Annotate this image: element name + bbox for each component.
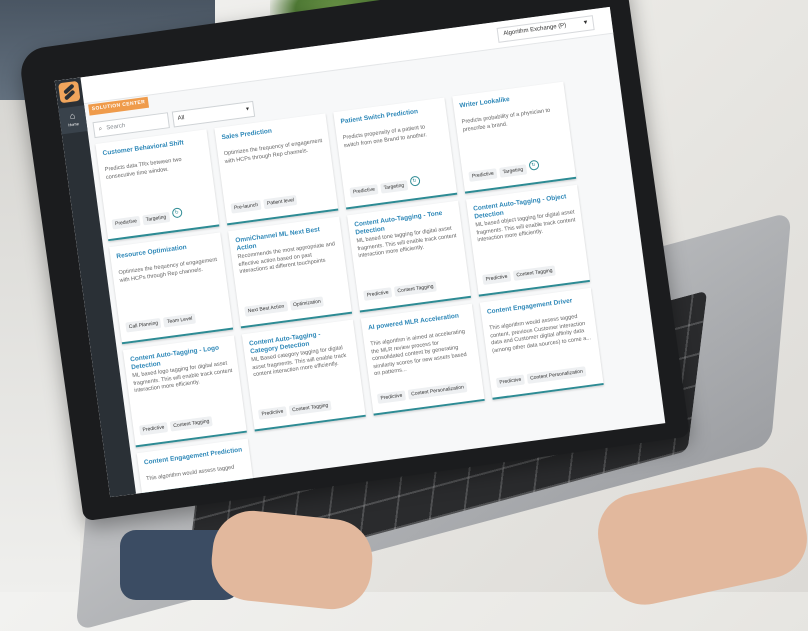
card-description: This algorithm is aimed at accelerating …: [369, 328, 468, 378]
sidebar-item-home[interactable]: ⌂ Home: [58, 105, 88, 135]
app-logo: [58, 80, 81, 104]
laptop-screen: Algorithm Exchange (P) ▼ ⌂ Home SOLUTION…: [54, 6, 666, 498]
card-tag: Content Tagging: [288, 400, 332, 416]
info-icon[interactable]: ↻: [171, 207, 183, 219]
card-tag: Patient level: [263, 194, 298, 210]
card-tag: Next Best Action: [244, 301, 288, 317]
card-tag: Predictive: [257, 406, 288, 420]
card-tags: Predictive Content Tagging: [362, 271, 464, 302]
algorithm-card[interactable]: Sales Prediction Optimizes the frequency …: [214, 113, 339, 226]
chevron-down-icon: ▼: [582, 19, 590, 27]
card-tag: Predictive: [139, 422, 169, 436]
card-description: Predicts data TRx between two consecutiv…: [104, 156, 182, 181]
card-tags: Predictive Targeting↻: [467, 152, 569, 183]
card-description: Predicts probability of a physician to p…: [461, 107, 551, 133]
card-tag: Content Personalization: [526, 366, 587, 384]
card-tags: Predictive Content Personalization: [376, 374, 478, 405]
card-tag: Targeting: [142, 211, 170, 226]
algorithm-card[interactable]: Patient Switch Prediction Predicts propen…: [333, 97, 458, 210]
algorithm-card[interactable]: AI powered MLR Acceleration This algorith…: [360, 303, 485, 416]
card-tag: Predictive: [111, 215, 141, 230]
filter-value: All: [177, 115, 185, 122]
card-tag: Optimization: [289, 296, 325, 311]
algorithm-card[interactable]: Content Auto-Tagging - Object Detection M…: [465, 184, 590, 297]
chevron-down-icon: ▾: [245, 106, 250, 113]
card-tag: Predictive: [482, 271, 512, 285]
search-input[interactable]: ⌕ Search: [92, 112, 170, 139]
exchange-select[interactable]: Algorithm Exchange (P) ▼: [496, 15, 595, 43]
search-placeholder: Search: [106, 122, 126, 132]
card-tag: Call Planning: [125, 317, 162, 333]
info-icon[interactable]: ↻: [408, 175, 421, 187]
card-tag: Predictive: [349, 184, 379, 198]
card-tags: Next Best ActionOptimization: [243, 287, 345, 318]
card-tag: Predictive: [376, 390, 406, 404]
card-description: This algorithm would assess tagged conte…: [488, 313, 592, 354]
card-tag: Content Tagging: [169, 416, 213, 432]
algorithm-card[interactable]: OmniChannel ML Next Best Action Recommend…: [228, 216, 353, 329]
exchange-label: Algorithm Exchange (P): [503, 22, 567, 38]
card-tags: Predictive Content Personalization: [495, 358, 597, 389]
card-tag: Predictive: [495, 374, 525, 389]
card-tag: Predictive: [468, 168, 498, 182]
card-tags: Predictive Content Tagging: [138, 406, 240, 437]
algorithm-card[interactable]: Writer Lookalike Predicts probability of …: [452, 81, 577, 194]
algorithm-card[interactable]: Resource Optimization Optimizes the frequ…: [109, 232, 234, 345]
card-tag: Targeting: [499, 164, 527, 178]
card-description: Optimizes the frequency of engagement wi…: [223, 138, 323, 165]
card-tags: Call Planning Team Level: [124, 302, 226, 333]
algorithm-card[interactable]: Customer Behavioral Shift Predicts data T…: [95, 129, 220, 242]
algorithm-card[interactable]: Content Auto-Tagging - Category Detectio…: [241, 319, 366, 432]
card-tag: Targeting: [380, 180, 408, 194]
card-tag: Content Tagging: [393, 281, 438, 297]
info-icon[interactable]: ↻: [527, 159, 540, 171]
card-description: Predicts propensity of a patient to swit…: [342, 124, 428, 149]
algorithm-card[interactable]: Content Auto-Tagging - Tone Detection ML …: [347, 200, 472, 313]
card-tag: Team Level: [163, 313, 197, 328]
card-tag: Content Personalization: [407, 382, 468, 400]
card-tags: Predictive Targeting↻: [111, 199, 213, 230]
search-icon: ⌕: [98, 126, 103, 133]
card-tags: Pre-launch Patient level: [230, 184, 332, 215]
algorithm-card[interactable]: Content Engagement Driver This algorithm …: [479, 287, 604, 400]
algorithm-card[interactable]: Content Auto-Tagging - Logo Detection ML …: [122, 335, 247, 448]
card-tag: Predictive: [363, 287, 393, 301]
card-tag: Pre-launch: [230, 199, 262, 214]
card-tags: Predictive Content Tagging: [481, 255, 583, 286]
card-description: Optimizes the frequency of engagement wi…: [118, 257, 218, 284]
card-tag: Content Tagging: [512, 265, 557, 281]
card-tags: Predictive Targeting↻: [348, 168, 450, 199]
card-description: This algorithm would assess tagged: [145, 464, 235, 483]
card-tags: Predictive Content Tagging: [257, 390, 359, 421]
